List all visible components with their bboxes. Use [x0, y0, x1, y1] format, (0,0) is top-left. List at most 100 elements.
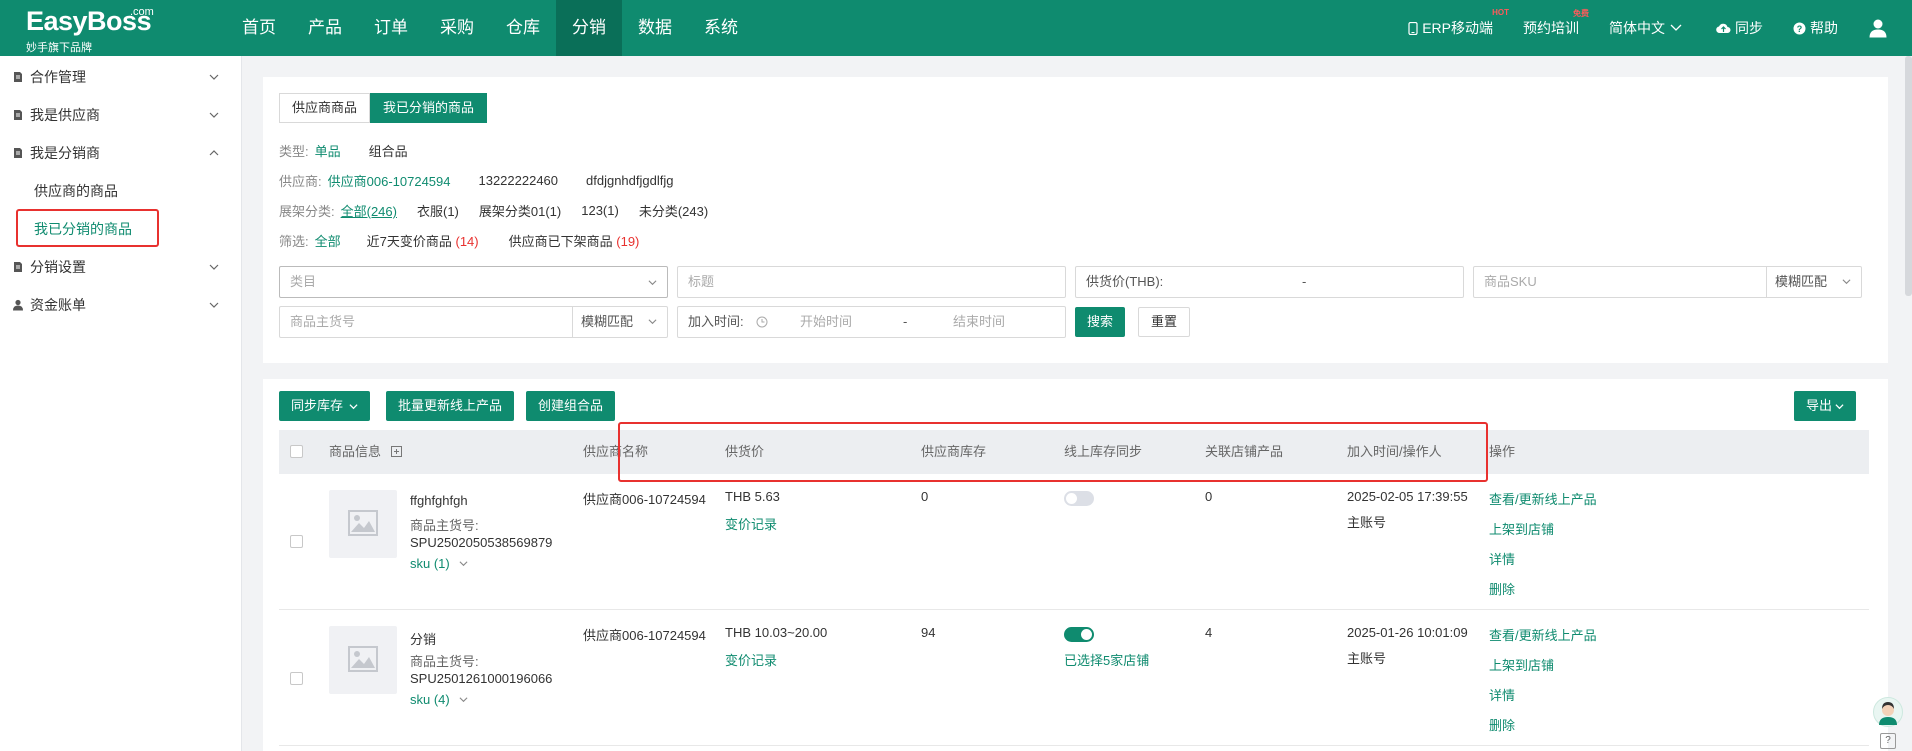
- nav-data[interactable]: 数据: [622, 0, 688, 56]
- sku-toggle[interactable]: sku (4): [410, 692, 468, 707]
- price-range-separator: -: [1302, 274, 1307, 289]
- selected-stores-link[interactable]: 已选择5家店铺: [1064, 650, 1149, 669]
- filter-supplier-option[interactable]: 13222222460: [478, 173, 558, 188]
- training-link[interactable]: 预约培训 免费: [1523, 9, 1589, 38]
- delete-link[interactable]: 删除: [1489, 579, 1515, 598]
- row-checkbox[interactable]: [290, 672, 303, 685]
- join-time-range[interactable]: 加入时间: 开始时间 - 结束时间: [677, 306, 1066, 338]
- svg-text:?: ?: [1797, 24, 1803, 34]
- nav-purchase[interactable]: 采购: [424, 0, 490, 56]
- customer-service-avatar[interactable]: [1873, 697, 1903, 727]
- language-select[interactable]: 简体中文: [1609, 18, 1686, 38]
- sku-input[interactable]: 商品SKU 模糊匹配: [1473, 266, 1862, 298]
- tab-my-distributed[interactable]: 我已分销的商品: [370, 93, 488, 123]
- sync-stock-button[interactable]: 同步库存: [279, 391, 371, 421]
- title-input[interactable]: 标题: [677, 266, 1066, 298]
- select-all-checkbox[interactable]: [290, 445, 303, 458]
- spu-label: 商品主货号:: [410, 518, 479, 533]
- nav-home[interactable]: 首页: [226, 0, 292, 56]
- filter-recent-price-change[interactable]: 近7天变价商品 (14): [367, 231, 479, 250]
- chevron-down-icon: [459, 697, 468, 703]
- nav-distribution[interactable]: 分销: [556, 0, 622, 56]
- filter-supplier-option[interactable]: dfdjgnhdfjgdlfjg: [586, 173, 673, 188]
- spu-input[interactable]: 商品主货号 模糊匹配: [279, 306, 668, 338]
- linked-count: 4: [1205, 625, 1213, 640]
- details-link[interactable]: 详情: [1489, 549, 1515, 568]
- view-update-link[interactable]: 查看/更新线上产品: [1489, 625, 1597, 644]
- product-name[interactable]: ffghfghfgh: [410, 493, 468, 508]
- sku-match-select[interactable]: 模糊匹配: [1766, 267, 1861, 297]
- end-time-placeholder[interactable]: 结束时间: [953, 307, 1005, 337]
- nav-system[interactable]: 系统: [688, 0, 754, 56]
- list-to-store-link[interactable]: 上架到店铺: [1489, 655, 1554, 674]
- product-table-panel: 同步库存 批量更新线上产品 创建组合品 导出 商品信息 供应商名称 供货价 供应…: [263, 379, 1888, 751]
- spu-match-select[interactable]: 模糊匹配: [572, 307, 667, 337]
- row-checkbox[interactable]: [290, 535, 303, 548]
- image-placeholder-icon: [348, 510, 378, 536]
- nav-orders[interactable]: 订单: [358, 0, 424, 56]
- sidebar-item-funds[interactable]: 资金账单: [0, 286, 241, 324]
- create-combo-button[interactable]: 创建组合品: [526, 391, 616, 421]
- logo[interactable]: EasyBoss .com 妙手旗下品牌: [26, 6, 166, 54]
- clock-icon: [756, 316, 768, 328]
- header-label: 商品信息: [329, 444, 382, 459]
- price-history-link[interactable]: 变价记录: [725, 650, 777, 669]
- spu-value: SPU2501261000196066: [410, 671, 553, 686]
- price-range-label: 供货价(THB):: [1086, 274, 1164, 289]
- header-price: 供货价: [725, 444, 765, 459]
- sidebar-item-my-distributed[interactable]: 我已分销的商品: [0, 210, 241, 248]
- export-button[interactable]: 导出: [1794, 391, 1857, 421]
- product-name[interactable]: 分销: [410, 629, 436, 648]
- sidebar-item-supplier[interactable]: 我是供应商: [0, 96, 241, 134]
- sidebar-item-distributor[interactable]: 我是分销商: [0, 134, 241, 172]
- details-link[interactable]: 详情: [1489, 685, 1515, 704]
- start-time-placeholder[interactable]: 开始时间: [800, 307, 852, 337]
- nav-right-tools: ERP移动端 HOT 预约培训 免费 简体中文 同步 ? 帮助: [1408, 0, 1912, 56]
- reset-button[interactable]: 重置: [1138, 307, 1191, 337]
- sidebar-item-cooperation[interactable]: 合作管理: [0, 58, 241, 96]
- sku-toggle[interactable]: sku (1): [410, 556, 468, 571]
- list-to-store-link[interactable]: 上架到店铺: [1489, 519, 1554, 538]
- stock-sync-toggle[interactable]: [1064, 491, 1094, 506]
- nav-warehouse[interactable]: 仓库: [490, 0, 556, 56]
- category-select[interactable]: 类目: [279, 266, 668, 298]
- search-button[interactable]: 搜索: [1075, 307, 1126, 337]
- filter-shelf-option[interactable]: 衣服(1): [417, 201, 459, 220]
- sidebar-item-supplier-products[interactable]: 供应商的商品: [0, 172, 241, 210]
- batch-update-button[interactable]: 批量更新线上产品: [386, 391, 515, 421]
- filter-supplier-option[interactable]: 供应商006-10724594: [328, 171, 451, 190]
- filter-supplier-offshelf[interactable]: 供应商已下架商品 (19): [509, 231, 640, 250]
- filter-type-combo[interactable]: 组合品: [369, 141, 408, 160]
- sync-button[interactable]: 同步: [1716, 18, 1763, 38]
- table-header: 商品信息 供应商名称 供货价 供应商库存 线上库存同步 关联店铺产品 加入时间/…: [279, 430, 1869, 474]
- price-history-link[interactable]: 变价记录: [725, 514, 777, 533]
- tab-supplier-products[interactable]: 供应商商品: [279, 93, 371, 123]
- filter-shelf-option[interactable]: 展架分类01(1): [479, 201, 561, 220]
- sku-match-label: 模糊匹配: [1775, 274, 1828, 289]
- stock-sync-toggle[interactable]: [1064, 627, 1094, 642]
- operator: 主账号: [1347, 515, 1387, 530]
- delete-link[interactable]: 删除: [1489, 715, 1515, 734]
- filter-option-label: 近7天变价商品: [366, 234, 452, 249]
- price-range-input[interactable]: 供货价(THB): -: [1075, 266, 1464, 298]
- view-update-link[interactable]: 查看/更新线上产品: [1489, 489, 1597, 508]
- filter-type-single[interactable]: 单品: [315, 141, 341, 160]
- header-stock: 供应商库存: [921, 444, 987, 459]
- help-float-icon[interactable]: ?: [1880, 733, 1896, 749]
- expand-icon[interactable]: [390, 446, 402, 457]
- filter-shelf-option[interactable]: 全部(246): [341, 201, 397, 220]
- user-menu[interactable]: [1868, 18, 1892, 38]
- header-ops: 操作: [1489, 444, 1516, 459]
- filter-shelf-option[interactable]: 123(1): [581, 203, 619, 218]
- page-scrollbar[interactable]: [1905, 56, 1912, 296]
- product-thumbnail[interactable]: [329, 626, 397, 694]
- filter-shelf-option[interactable]: 未分类(243): [639, 201, 708, 220]
- product-thumbnail[interactable]: [329, 490, 397, 558]
- nav-products[interactable]: 产品: [292, 0, 358, 56]
- help-button[interactable]: ? 帮助: [1793, 18, 1838, 38]
- filter-screen-all[interactable]: 全部: [315, 231, 341, 250]
- join-time: 2025-02-05 17:39:55: [1347, 489, 1468, 504]
- mobile-app-link[interactable]: ERP移动端 HOT: [1408, 8, 1509, 38]
- doc-icon: [14, 262, 22, 272]
- sidebar-item-distribution-settings[interactable]: 分销设置: [0, 248, 241, 286]
